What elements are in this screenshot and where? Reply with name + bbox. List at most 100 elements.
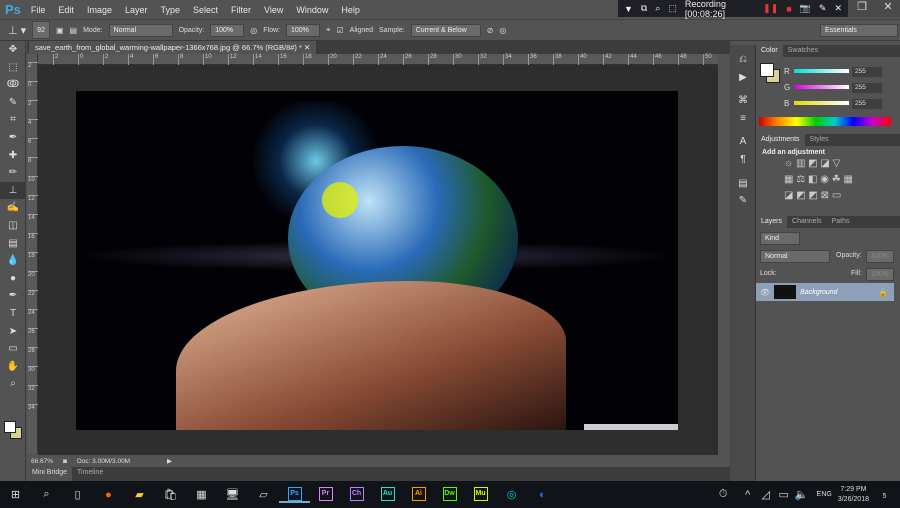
network-icon[interactable]: ◿ bbox=[757, 488, 775, 501]
foreground-color-swatch[interactable] bbox=[760, 63, 774, 77]
gradient-tool-icon[interactable]: ▤ bbox=[0, 235, 26, 253]
notes-icon[interactable]: ▱ bbox=[248, 488, 279, 501]
healing-tool-icon[interactable]: ✚ bbox=[0, 147, 26, 165]
taskbar-app-ai[interactable]: Ai bbox=[403, 486, 434, 503]
menu-view[interactable]: View bbox=[264, 5, 283, 15]
document-image[interactable] bbox=[76, 91, 678, 430]
notifications-icon[interactable]: 5 bbox=[869, 489, 900, 501]
tab-color[interactable]: Color bbox=[756, 45, 783, 57]
menu-type[interactable]: Type bbox=[160, 5, 180, 15]
taskbar-app-mu[interactable]: Mu bbox=[465, 486, 496, 503]
fill-input[interactable]: 100% bbox=[866, 268, 894, 281]
lasso-tool-icon[interactable]: ↂ bbox=[0, 76, 26, 94]
g-value[interactable]: 255 bbox=[852, 83, 882, 93]
stop-icon[interactable]: ■ bbox=[786, 4, 791, 14]
taskbar-app-ps[interactable]: Ps bbox=[279, 486, 310, 503]
close-button[interactable]: ✕ bbox=[876, 0, 900, 17]
move-tool-icon[interactable]: ✥ bbox=[0, 41, 26, 59]
document-tab[interactable]: save_earth_from_global_warming-wallpaper… bbox=[29, 41, 317, 54]
menu-select[interactable]: Select bbox=[193, 5, 218, 15]
layer-row[interactable]: 👁 Background 🔒 bbox=[756, 283, 894, 301]
tab-styles[interactable]: Styles bbox=[805, 134, 834, 146]
task-view-icon[interactable]: ▯ bbox=[62, 488, 93, 501]
zoom-icon[interactable]: ⌕ bbox=[655, 3, 660, 14]
language-indicator[interactable]: ENG bbox=[817, 491, 832, 498]
clone-stamp-tool-icon[interactable]: ⊥ ▾ bbox=[8, 24, 26, 37]
eraser-tool-icon[interactable]: ◫ bbox=[0, 217, 26, 235]
store-icon[interactable]: 🛍 bbox=[155, 488, 186, 501]
firefox-icon[interactable]: ● bbox=[93, 489, 124, 501]
clone-source-icon[interactable]: ▣ bbox=[56, 26, 64, 35]
brush-size-picker[interactable]: 92 bbox=[32, 21, 50, 39]
marquee-tool-icon[interactable]: ⬚ bbox=[0, 59, 26, 77]
close-tab-icon[interactable]: ✕ bbox=[304, 43, 310, 52]
taskbar-app-au[interactable]: Au bbox=[372, 486, 403, 503]
tab-adjustments[interactable]: Adjustments bbox=[756, 134, 805, 146]
type-tool-icon[interactable]: T bbox=[0, 305, 26, 323]
r-value[interactable]: 255 bbox=[852, 67, 882, 77]
status-icon[interactable]: ◙ bbox=[63, 458, 67, 465]
zoom-level[interactable]: 66.67% bbox=[31, 458, 53, 465]
menu-edit[interactable]: Edit bbox=[58, 5, 74, 15]
pressure-opacity-icon[interactable]: ◎ bbox=[250, 26, 257, 35]
blur-tool-icon[interactable]: 💧 bbox=[0, 252, 26, 270]
flow-input[interactable]: 100% bbox=[285, 23, 320, 37]
ignore-adjustment-icon[interactable]: ⊘ bbox=[487, 26, 494, 35]
calculator-icon[interactable]: ▦ bbox=[186, 488, 217, 501]
remote-desktop-icon[interactable]: 🖥 bbox=[217, 488, 248, 501]
opacity-input[interactable]: 100% bbox=[210, 23, 245, 37]
pressure-size-icon[interactable]: ◎ bbox=[499, 26, 506, 35]
visibility-eye-icon[interactable]: 👁 bbox=[760, 288, 770, 297]
layer-comps-panel-icon[interactable]: ▤ bbox=[730, 175, 756, 193]
menu-layer[interactable]: Layer bbox=[125, 5, 148, 15]
dropdown-icon[interactable]: ▼ bbox=[624, 4, 633, 14]
airbrush-icon[interactable]: ⌖ bbox=[326, 25, 331, 35]
restore-button[interactable]: ❐ bbox=[848, 0, 876, 17]
brush-panel-icon[interactable]: ▤ bbox=[70, 26, 78, 35]
tab-channels[interactable]: Channels bbox=[787, 216, 827, 228]
eyedropper-tool-icon[interactable]: ✒ bbox=[0, 129, 26, 147]
layer-filter-select[interactable]: Kind bbox=[760, 232, 800, 245]
brush-presets-panel-icon[interactable]: ⌘ bbox=[730, 92, 756, 110]
brush-tool-icon[interactable]: ✏ bbox=[0, 164, 26, 182]
taskbar-app-ch[interactable]: Ch bbox=[341, 486, 372, 503]
taskbar-app-dw[interactable]: Dw bbox=[434, 486, 465, 503]
menu-image[interactable]: Image bbox=[87, 5, 112, 15]
tab-layers[interactable]: Layers bbox=[756, 216, 788, 228]
tab-paths[interactable]: Paths bbox=[827, 216, 855, 228]
taskbar-app-pr[interactable]: Pr bbox=[310, 486, 341, 503]
tab-timeline[interactable]: Timeline bbox=[72, 467, 108, 481]
r-slider[interactable] bbox=[794, 69, 849, 73]
brush-panel-icon[interactable]: ≡ bbox=[730, 110, 756, 128]
history-panel-icon[interactable]: ⎌ bbox=[730, 51, 756, 69]
recorder-tray-icon[interactable]: ⏱ bbox=[708, 488, 739, 501]
b-slider[interactable] bbox=[794, 101, 849, 105]
file-explorer-icon[interactable]: ▰ bbox=[124, 488, 155, 501]
camera-icon[interactable]: 📷 bbox=[800, 3, 811, 14]
foreground-color[interactable] bbox=[4, 421, 16, 433]
crop-tool-icon[interactable]: ⌗ bbox=[0, 111, 26, 129]
clock[interactable]: 7:29 PM 3/26/2018 bbox=[838, 485, 869, 505]
close-icon[interactable]: ✕ bbox=[834, 3, 842, 14]
blend-mode-select[interactable]: Normal bbox=[760, 250, 830, 263]
clone-stamp-tool-icon[interactable]: ⊥ bbox=[0, 181, 26, 200]
tray-chevron-icon[interactable]: ^ bbox=[739, 489, 757, 501]
aligned-checkbox[interactable]: ☑ bbox=[336, 26, 343, 35]
window-icon[interactable]: ⧉ bbox=[641, 3, 647, 14]
start-icon[interactable]: ⊞ bbox=[0, 488, 31, 501]
history-brush-tool-icon[interactable]: ✍ bbox=[0, 199, 26, 217]
app-icon[interactable]: ◐ bbox=[527, 489, 558, 501]
quick-select-tool-icon[interactable]: ✎ bbox=[0, 94, 26, 112]
menu-window[interactable]: Window bbox=[296, 5, 328, 15]
color-spectrum[interactable] bbox=[759, 117, 891, 126]
actions-panel-icon[interactable]: ▶ bbox=[730, 69, 756, 87]
character-panel-icon[interactable]: A bbox=[730, 133, 756, 151]
layer-opacity-input[interactable]: 100% bbox=[866, 250, 894, 263]
menu-file[interactable]: File bbox=[31, 5, 46, 15]
volume-icon[interactable]: 🔈 bbox=[793, 488, 811, 501]
region-icon[interactable]: ⬚ bbox=[668, 3, 677, 14]
zoom-tool-icon[interactable]: ⌕ bbox=[0, 375, 26, 393]
pen-icon[interactable]: ✎ bbox=[819, 3, 827, 14]
battery-icon[interactable]: ▭ bbox=[775, 488, 793, 501]
hand-tool-icon[interactable]: ✋ bbox=[0, 358, 26, 376]
